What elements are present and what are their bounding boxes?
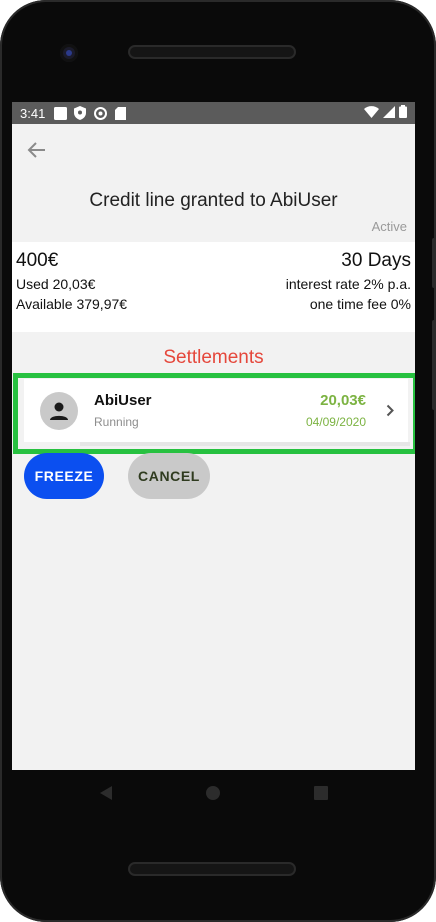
used-amount: Used 20,03€ bbox=[16, 276, 96, 292]
arrow-left-icon bbox=[27, 142, 45, 158]
status-right bbox=[364, 105, 407, 121]
top-speaker bbox=[128, 45, 296, 59]
volume-button bbox=[432, 238, 436, 288]
freeze-button[interactable]: FREEZE bbox=[24, 453, 104, 499]
app-screen: 3:41 Credit line granted to AbiUser Acti… bbox=[12, 102, 415, 770]
one-time-fee: one time fee 0% bbox=[309, 296, 411, 312]
at-icon bbox=[93, 106, 107, 120]
interest-rate: interest rate 2% p.a. bbox=[285, 276, 411, 292]
nav-back-icon[interactable] bbox=[98, 785, 114, 806]
status-badge: Active bbox=[371, 219, 407, 234]
action-buttons: FREEZE CANCEL bbox=[24, 453, 210, 499]
credit-summary: 400€ 30 Days Used 20,03€ interest rate 2… bbox=[12, 242, 415, 332]
nav-recents-icon[interactable] bbox=[313, 785, 329, 806]
bottom-speaker bbox=[128, 862, 296, 876]
cancel-button[interactable]: CANCEL bbox=[128, 453, 210, 499]
shield-icon bbox=[73, 106, 87, 120]
highlight-box bbox=[13, 373, 415, 454]
system-nav-bar bbox=[12, 770, 415, 820]
settlements-heading: Settlements bbox=[163, 347, 264, 368]
page-title: Credit line granted to AbiUser bbox=[89, 190, 338, 211]
power-button bbox=[432, 320, 436, 410]
status-bar: 3:41 bbox=[12, 102, 415, 124]
back-button[interactable] bbox=[24, 138, 48, 162]
sd-card-icon bbox=[113, 106, 127, 120]
phone-frame: 3:41 Credit line granted to AbiUser Acti… bbox=[0, 0, 436, 922]
signal-icon bbox=[383, 105, 395, 121]
available-amount: Available 379,97€ bbox=[16, 296, 128, 312]
toolbar bbox=[12, 124, 415, 176]
battery-icon bbox=[399, 105, 407, 121]
credit-duration: 30 Days bbox=[341, 250, 411, 271]
credit-amount: 400€ bbox=[16, 250, 59, 271]
nav-home-icon[interactable] bbox=[205, 785, 221, 806]
status-time: 3:41 bbox=[20, 105, 46, 121]
notification-square-icon bbox=[53, 106, 67, 120]
wifi-icon bbox=[364, 105, 379, 121]
front-camera bbox=[60, 44, 78, 62]
